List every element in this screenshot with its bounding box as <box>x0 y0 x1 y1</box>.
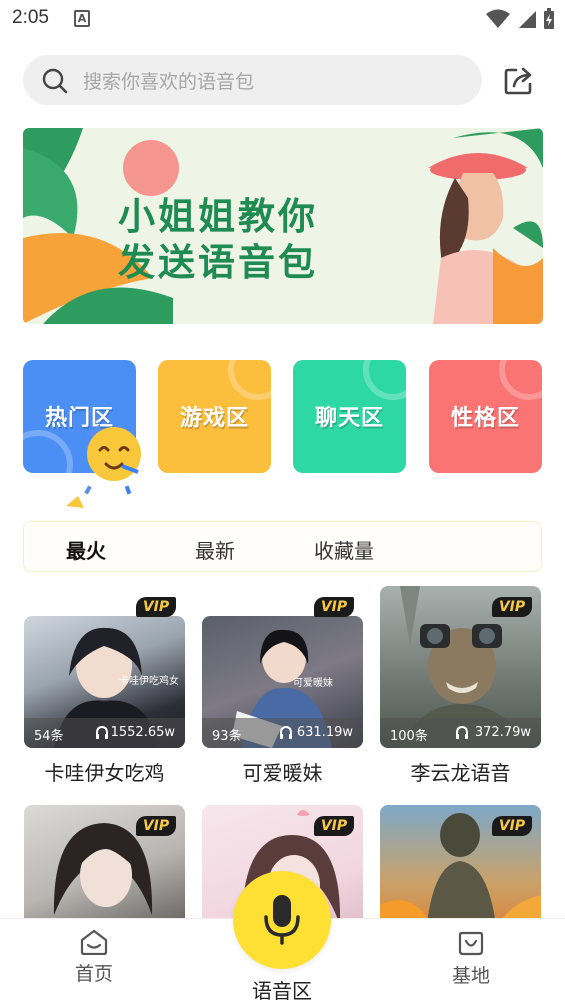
category-chat[interactable]: 聊天区 <box>293 360 406 473</box>
card-title: 李云龙语音 <box>410 761 511 785</box>
status-bar: 2:05 A <box>0 0 565 38</box>
category-game[interactable]: 游戏区 <box>158 360 271 473</box>
card-clip-count: 93条 <box>212 729 242 744</box>
search-bar[interactable]: 搜索你喜欢的语音包 <box>23 55 482 105</box>
vip-badge: VIP <box>136 597 176 617</box>
card-stats: 54条 1552.65w <box>24 718 185 748</box>
headphone-icon <box>456 726 468 739</box>
category-label: 性格区 <box>450 406 520 431</box>
notification-icon: A <box>74 10 90 27</box>
vip-badge: VIP <box>492 597 532 617</box>
nav-home[interactable]: 首页 <box>54 929 134 986</box>
search-input[interactable]: 搜索你喜欢的语音包 <box>83 67 254 94</box>
card-overlay-text: 卡哇伊吃鸡女 <box>119 676 179 687</box>
nav-base[interactable]: 基地 <box>431 929 511 988</box>
tile-decoration <box>228 360 271 400</box>
tile-decoration <box>499 360 542 400</box>
party-face-icon <box>66 424 141 508</box>
card-title: 卡哇伊女吃鸡 <box>44 761 165 785</box>
base-icon <box>458 931 484 956</box>
headphone-icon <box>280 726 292 739</box>
voice-pack-card[interactable]: 可爱暖妹 93条 631.19w VIP 可爱暖妹 <box>202 597 363 797</box>
category-character[interactable]: 性格区 <box>429 360 542 473</box>
vip-badge: VIP <box>136 816 176 836</box>
voice-pack-card[interactable]: VIP <box>380 805 541 920</box>
card-thumbnail: 可爱暖妹 93条 631.19w <box>202 616 363 748</box>
tab-favorites[interactable]: 收藏量 <box>314 535 374 564</box>
share-icon[interactable] <box>502 64 536 98</box>
vip-badge: VIP <box>492 816 532 836</box>
category-label: 聊天区 <box>314 406 384 431</box>
card-thumbnail: 卡哇伊吃鸡女 54条 1552.65w <box>24 616 185 748</box>
card-play-count: 1552.65w <box>110 725 175 740</box>
card-play-count: 631.19w <box>296 725 353 740</box>
battery-icon <box>544 8 554 29</box>
card-title: 可爱暖妹 <box>242 761 323 785</box>
headphone-icon <box>96 726 108 739</box>
microphone-icon <box>264 895 300 945</box>
voice-zone-label: 语音区 <box>252 979 312 1003</box>
status-icons <box>485 8 555 30</box>
nav-home-label: 首页 <box>74 963 113 985</box>
vip-badge: VIP <box>314 597 354 617</box>
signal-icon <box>519 11 536 28</box>
banner-title-line2: 发送语音包 <box>118 241 318 284</box>
card-overlay-text: 可爱暖妹 <box>293 678 333 689</box>
home-icon <box>80 929 108 955</box>
card-clip-count: 54条 <box>34 729 64 744</box>
voice-pack-card[interactable]: VIP <box>24 805 185 920</box>
card-clip-count: 100条 <box>390 729 428 744</box>
category-label: 游戏区 <box>179 406 249 431</box>
search-icon <box>42 68 68 94</box>
voice-pack-card[interactable]: 100条 372.79w VIP 李云龙语音 <box>380 586 541 797</box>
card-stats: 100条 372.79w <box>380 718 541 748</box>
tab-hottest[interactable]: 最火 <box>66 535 106 564</box>
status-time: 2:05 <box>12 7 49 28</box>
tab-newest[interactable]: 最新 <box>195 535 235 564</box>
tile-decoration <box>363 360 406 400</box>
sort-tabs: 最火 最新 收藏量 <box>23 521 542 572</box>
voice-pack-card[interactable]: 卡哇伊吃鸡女 54条 1552.65w VIP 卡哇伊女吃鸡 <box>24 597 185 797</box>
nav-base-label: 基地 <box>451 965 490 987</box>
card-play-count: 372.79w <box>474 725 531 740</box>
vip-badge: VIP <box>314 816 354 836</box>
wifi-icon <box>486 9 510 28</box>
card-stats: 93条 631.19w <box>202 718 363 748</box>
voice-zone-button[interactable] <box>233 871 331 969</box>
